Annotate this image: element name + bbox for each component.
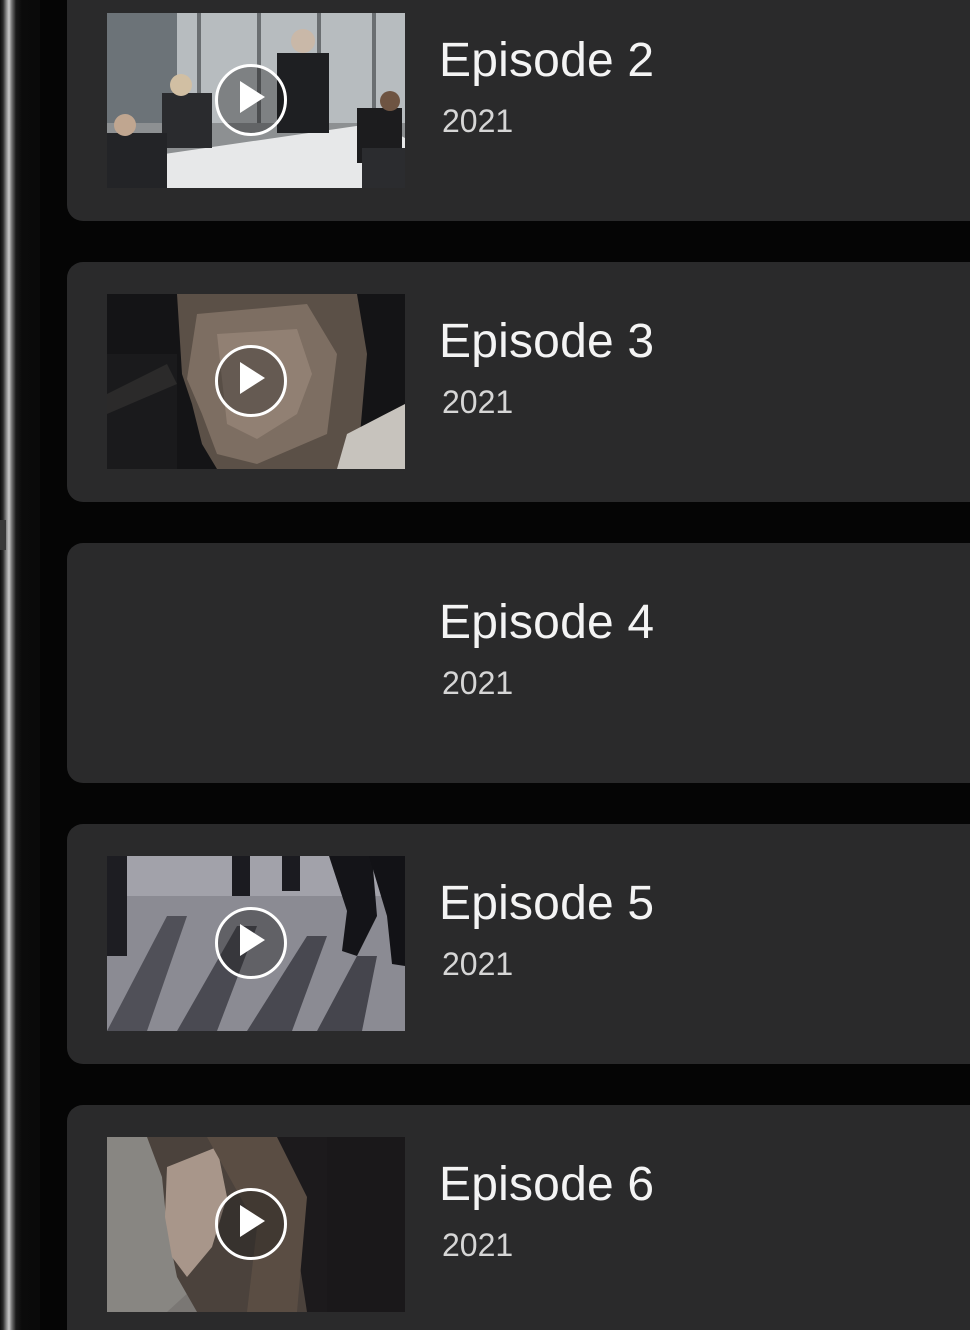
play-icon (240, 1205, 265, 1237)
episode-year: 2021 (442, 384, 514, 420)
episode-card[interactable]: Episode 2 2021 (67, 0, 970, 221)
episode-title: Episode 2 (439, 34, 655, 87)
episode-title: Episode 3 (439, 315, 655, 368)
episode-year: 2021 (442, 946, 514, 982)
episode-thumbnail[interactable] (107, 294, 405, 469)
play-button[interactable] (215, 1188, 287, 1260)
episode-year: 2021 (442, 103, 514, 139)
episode-list: Episode 2 2021 Episode 3 2021 Episode 4 … (40, 0, 970, 1330)
episode-year: 2021 (442, 1227, 514, 1263)
episode-title: Episode 4 (439, 596, 655, 649)
device-side-button (0, 520, 6, 550)
play-button[interactable] (215, 345, 287, 417)
play-icon (240, 81, 265, 113)
episode-card[interactable]: Episode 4 2021 (67, 543, 970, 783)
episode-title: Episode 6 (439, 1158, 655, 1211)
play-button[interactable] (215, 907, 287, 979)
play-icon (240, 924, 265, 956)
episode-card[interactable]: Episode 6 2021 (67, 1105, 970, 1330)
episode-thumbnail[interactable] (107, 13, 405, 188)
screen: Episode 2 2021 Episode 3 2021 Episode 4 … (40, 0, 970, 1330)
episode-year: 2021 (442, 665, 514, 701)
episode-title: Episode 5 (439, 877, 655, 930)
device-frame (0, 0, 40, 1330)
episode-card[interactable]: Episode 5 2021 (67, 824, 970, 1064)
play-button[interactable] (215, 64, 287, 136)
episode-thumbnail[interactable] (107, 856, 405, 1031)
play-icon (240, 362, 265, 394)
episode-card[interactable]: Episode 3 2021 (67, 262, 970, 502)
episode-thumbnail[interactable] (107, 1137, 405, 1312)
episode-thumbnail-placeholder (107, 575, 405, 750)
